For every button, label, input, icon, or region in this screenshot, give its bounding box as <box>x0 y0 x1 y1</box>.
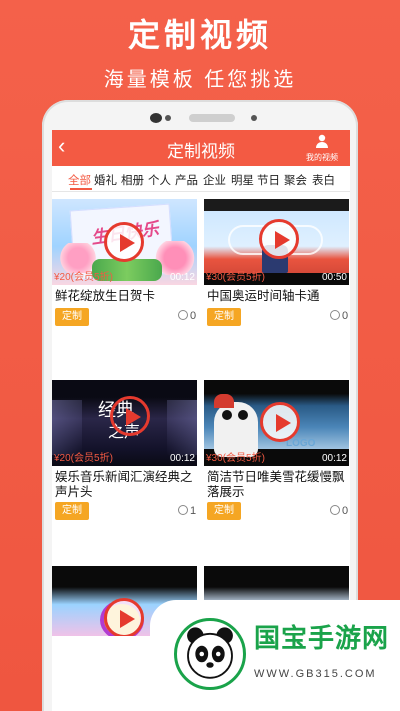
duration-label: 00:12 <box>169 272 195 283</box>
tab-party[interactable]: 聚会 <box>284 172 307 188</box>
sensor-icon <box>251 115 257 121</box>
play-icon[interactable] <box>104 598 144 636</box>
user-count: 0 <box>330 310 348 322</box>
tab-festival[interactable]: 节日 <box>257 172 280 188</box>
user-count-value: 0 <box>342 505 349 517</box>
user-icon <box>330 310 340 320</box>
video-title[interactable]: 中国奥运时间轴卡通 <box>207 289 347 304</box>
price-label: ¥20(会员5折) <box>54 453 113 464</box>
video-title[interactable]: 娱乐音乐新闻汇演经典之声片头 <box>55 470 197 500</box>
front-camera-icon <box>150 113 162 123</box>
customize-button[interactable]: 定制 <box>207 502 241 520</box>
customize-button[interactable]: 定制 <box>55 308 89 326</box>
tab-product[interactable]: 产品 <box>175 172 198 188</box>
panda-face-icon <box>187 627 233 679</box>
duration-label: 00:12 <box>169 453 195 464</box>
watermark-brand: 国宝手游网 <box>254 623 390 653</box>
play-icon[interactable] <box>259 219 299 259</box>
tab-personal[interactable]: 个人 <box>148 172 171 188</box>
play-icon[interactable] <box>260 402 300 442</box>
active-tab-indicator <box>70 188 92 190</box>
promo-title: 定制视频 <box>127 17 272 53</box>
tab-all[interactable]: 全部 <box>68 172 91 188</box>
top-bar: ‹ 定制视频 我的视频 <box>52 130 350 166</box>
category-tabs: 全部 婚礼 相册 个人 产品 企业 明星 节日 聚会 表白 <box>52 166 350 192</box>
video-card[interactable]: ¥30(会员5折) 00:50 <box>204 199 349 285</box>
user-count: 1 <box>178 505 196 517</box>
video-title[interactable]: 鲜花绽放生日贺卡 <box>55 289 195 304</box>
user-icon <box>316 134 328 148</box>
user-count-value: 0 <box>190 310 197 322</box>
speaker-grille <box>189 114 235 122</box>
my-videos-button[interactable]: 我的视频 <box>300 133 344 163</box>
my-videos-label: 我的视频 <box>306 153 338 162</box>
video-title[interactable]: 简洁节日唯美雪花缓慢飘落展示 <box>207 470 349 500</box>
thumb-text: LOGO <box>286 438 316 449</box>
price-label: ¥20(会员5折) <box>54 272 113 283</box>
user-count: 0 <box>330 505 348 517</box>
tab-enterprise[interactable]: 企业 <box>203 172 226 188</box>
price-label: ¥30(会员5折) <box>206 272 265 283</box>
video-card[interactable]: 生日快乐 ¥20(会员5折) 00:12 <box>52 199 197 285</box>
promo-subtitle: 海量模板 任您挑选 <box>103 69 297 91</box>
user-icon <box>178 505 188 515</box>
user-icon <box>178 310 188 320</box>
price-label: ¥30(会员5折) <box>206 453 265 464</box>
user-count-value: 0 <box>342 310 349 322</box>
duration-label: 00:50 <box>321 272 347 283</box>
video-card[interactable]: 经典 之声 ¥20(会员5折) 00:12 <box>52 380 197 466</box>
panda-logo-icon <box>174 618 246 690</box>
user-count: 0 <box>178 310 196 322</box>
phone-top-bar <box>42 100 358 128</box>
user-icon <box>330 505 340 515</box>
tab-star[interactable]: 明星 <box>231 172 254 188</box>
user-count-value: 1 <box>190 505 197 517</box>
site-watermark: 国宝手游网 WWW.GB315.COM <box>150 600 400 711</box>
duration-label: 00:12 <box>321 453 347 464</box>
play-icon[interactable] <box>110 396 150 436</box>
tab-confession[interactable]: 表白 <box>312 172 335 188</box>
sensor-icon <box>165 115 171 121</box>
customize-button[interactable]: 定制 <box>207 308 241 326</box>
video-card[interactable]: LOGO ¥30(会员5折) 00:12 <box>204 380 349 466</box>
watermark-url: WWW.GB315.COM <box>254 668 377 680</box>
play-icon[interactable] <box>104 222 144 262</box>
tab-album[interactable]: 相册 <box>121 172 144 188</box>
tab-wedding[interactable]: 婚礼 <box>94 172 117 188</box>
customize-button[interactable]: 定制 <box>55 502 89 520</box>
